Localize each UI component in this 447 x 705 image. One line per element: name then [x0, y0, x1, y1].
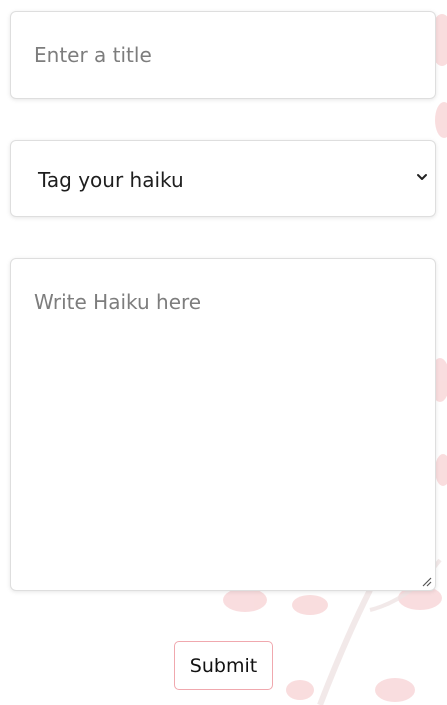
haiku-textarea[interactable]: Write Haiku here: [10, 258, 436, 591]
resize-grip-icon[interactable]: [422, 577, 432, 587]
tag-select[interactable]: Tag your haiku: [10, 140, 436, 217]
haiku-placeholder: Write Haiku here: [34, 290, 202, 314]
tag-select-value: Tag your haiku: [38, 168, 184, 192]
title-input[interactable]: Enter a title: [10, 11, 436, 99]
submit-button[interactable]: Submit: [174, 641, 273, 690]
title-placeholder: Enter a title: [34, 43, 152, 67]
haiku-form-page: Enter a title Tag your haiku Write Haiku…: [0, 0, 447, 705]
chevron-down-icon: [417, 174, 427, 180]
